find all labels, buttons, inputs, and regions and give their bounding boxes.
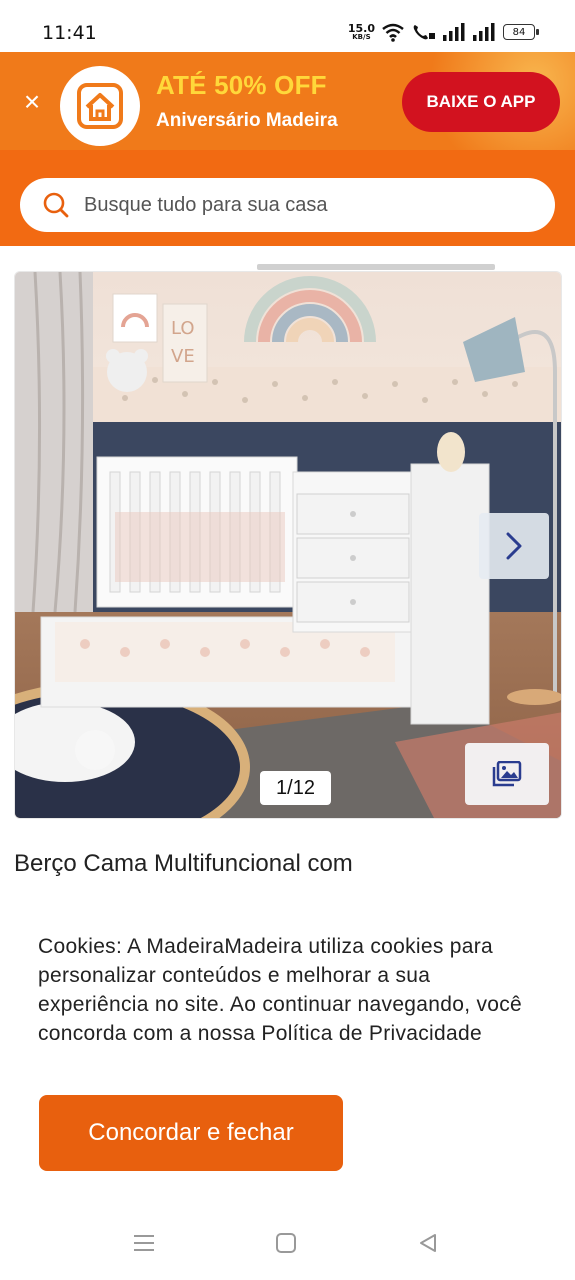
image-counter: 1/12 <box>260 771 331 805</box>
search-icon <box>43 192 69 218</box>
search-header <box>0 150 575 246</box>
gallery-button[interactable] <box>465 743 549 805</box>
carousel-scroll-indicator <box>257 264 495 270</box>
promo-title: ATÉ 50% OFF <box>156 70 327 100</box>
download-app-button[interactable]: BAIXE O APP <box>402 72 560 132</box>
product-image[interactable]: LO VE 1/12 <box>14 271 562 819</box>
wifi-calling-icon <box>413 25 435 40</box>
promo-subtitle: Aniversário Madeira <box>156 110 338 131</box>
search-bar[interactable] <box>20 178 555 232</box>
next-image-button[interactable] <box>479 513 549 579</box>
battery-indicator: 84 <box>503 24 539 40</box>
image-gallery-icon <box>492 761 522 787</box>
back-icon[interactable] <box>413 1228 443 1258</box>
signal-2-icon <box>473 23 495 41</box>
system-nav-bar <box>0 1206 575 1280</box>
menu-icon[interactable] <box>129 1228 159 1258</box>
network-speed: 15.0 KB/S <box>348 23 375 41</box>
svg-text:LO: LO <box>171 318 195 339</box>
signal-1-icon <box>443 23 465 41</box>
network-speed-unit: KB/S <box>352 33 371 41</box>
house-logo-icon <box>60 66 140 146</box>
svg-text:VE: VE <box>171 346 195 367</box>
close-icon[interactable]: × <box>20 88 44 116</box>
product-title: Berço Cama Multifuncional com <box>14 850 353 877</box>
search-input[interactable] <box>82 192 506 218</box>
promo-banner[interactable]: × ATÉ 50% OFF Aniversário Madeira BAIXE … <box>0 52 575 150</box>
home-icon[interactable] <box>271 1228 301 1258</box>
wifi-icon <box>382 23 404 42</box>
cookie-message: Cookies: A MadeiraMadeira utiliza cookie… <box>38 935 523 1045</box>
chevron-right-icon <box>506 532 522 560</box>
status-icons: 15.0 KB/S 84 <box>348 18 539 46</box>
status-bar: 11:41 15.0 KB/S 84 <box>0 0 575 52</box>
status-time: 11:41 <box>42 22 97 44</box>
cookie-consent-sheet: Cookies: A MadeiraMadeira utiliza cookie… <box>0 906 575 1206</box>
accept-cookies-button[interactable]: Concordar e fechar <box>39 1095 343 1171</box>
